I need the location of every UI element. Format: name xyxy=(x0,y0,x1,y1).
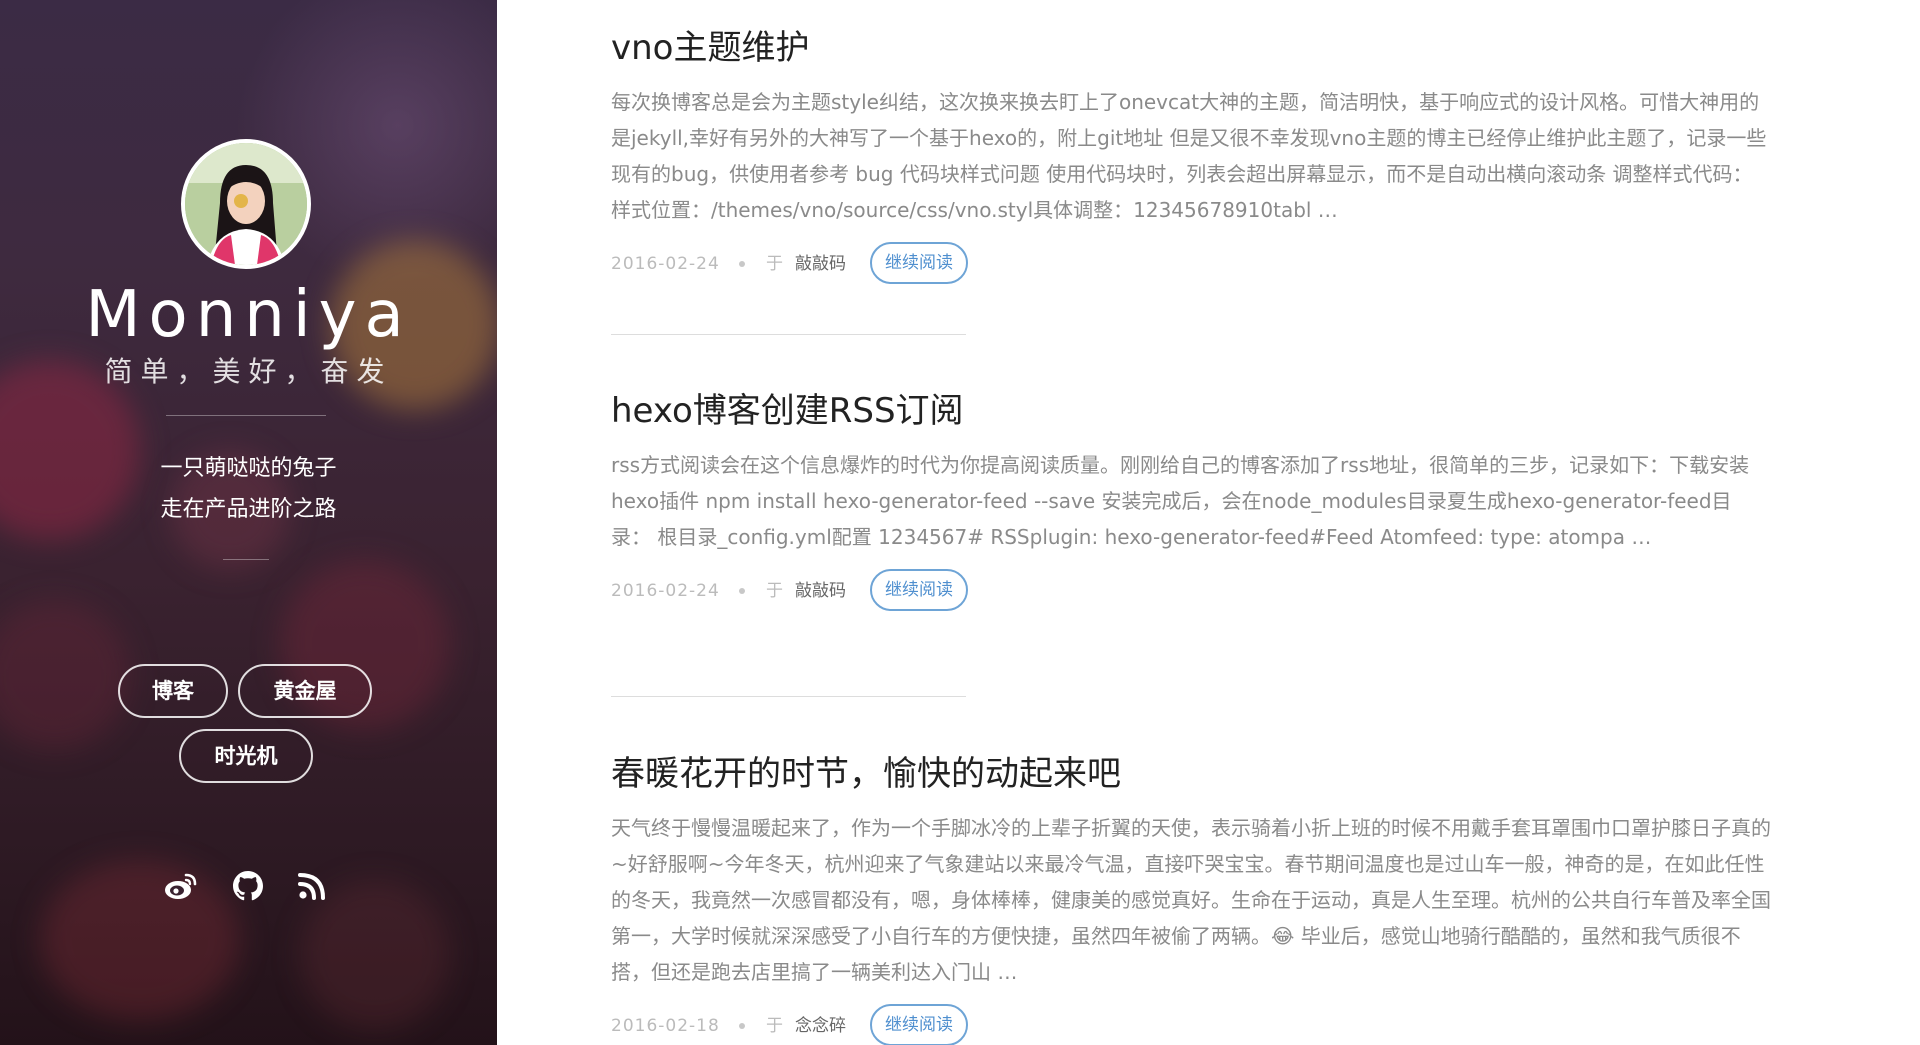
bio: 一只萌哒哒的兔子 走在产品进阶之路 xyxy=(0,448,497,530)
post-meta: 2016-02-24 于 敲敲码 继续阅读 xyxy=(611,242,1771,286)
read-more-button[interactable]: 继续阅读 xyxy=(870,242,968,284)
post-item: 春暖花开的时节，愉快的动起来吧 天气终于慢慢温暖起来了，作为一个手脚冰冷的上辈子… xyxy=(611,752,1771,1045)
post-category-prefix: 于 xyxy=(766,1016,783,1036)
bio-line: 走在产品进阶之路 xyxy=(160,497,337,522)
github-icon[interactable] xyxy=(230,868,266,904)
post-title[interactable]: 春暖花开的时节，愉快的动起来吧 xyxy=(611,752,1771,796)
meta-separator-dot xyxy=(739,588,745,594)
post-date: 2016-02-18 xyxy=(611,1016,720,1036)
post-divider xyxy=(611,696,966,697)
post-meta: 2016-02-24 于 敲敲码 继续阅读 xyxy=(611,569,1771,613)
nav-golden-house-button[interactable]: 黄金屋 xyxy=(238,664,372,718)
post-item: hexo博客创建RSS订阅 rss方式阅读会在这个信息爆炸的时代为你提高阅读质量… xyxy=(611,389,1771,613)
avatar-portrait xyxy=(185,143,307,265)
sidebar-divider xyxy=(166,415,326,416)
post-list: vno主题维护 每次换博客总是会为主题style纠结，这次换来换去盯上了onev… xyxy=(497,0,1920,1045)
post-excerpt: 天气终于慢慢温暖起来了，作为一个手脚冰冷的上辈子折翼的天使，表示骑着小折上班的时… xyxy=(611,816,1771,984)
meta-separator-dot xyxy=(739,261,745,267)
bio-line: 一只萌哒哒的兔子 xyxy=(160,456,337,481)
weibo-icon[interactable] xyxy=(163,868,199,904)
read-more-button[interactable]: 继续阅读 xyxy=(870,569,968,611)
post-date: 2016-02-24 xyxy=(611,581,720,601)
post-category-prefix: 于 xyxy=(766,254,783,274)
post-excerpt: rss方式阅读会在这个信息爆炸的时代为你提高阅读质量。刚刚给自己的博客添加了rs… xyxy=(611,453,1750,549)
rss-icon[interactable] xyxy=(294,868,330,904)
post-divider xyxy=(611,334,966,335)
sidebar-content: Monniya 简单，美好，奋发 一只萌哒哒的兔子 走在产品进阶之路 博客 黄金… xyxy=(0,0,497,1045)
sidebar-divider-short xyxy=(223,559,269,560)
post-category-prefix: 于 xyxy=(766,581,783,601)
nav-time-machine-button[interactable]: 时光机 xyxy=(179,729,313,783)
post-category-link[interactable]: 念念碎 xyxy=(795,1015,846,1037)
post-meta: 2016-02-18 于 念念碎 继续阅读 xyxy=(611,1004,1771,1045)
read-more-button[interactable]: 继续阅读 xyxy=(870,1004,968,1045)
sidebar: Monniya 简单，美好，奋发 一只萌哒哒的兔子 走在产品进阶之路 博客 黄金… xyxy=(0,0,497,1045)
post-date: 2016-02-24 xyxy=(611,254,720,274)
meta-separator-dot xyxy=(739,1023,745,1029)
post-category-link[interactable]: 敲敲码 xyxy=(795,253,846,275)
post-item: vno主题维护 每次换博客总是会为主题style纠结，这次换来换去盯上了onev… xyxy=(611,26,1771,286)
nav-blog-button[interactable]: 博客 xyxy=(118,664,228,718)
avatar[interactable] xyxy=(181,139,311,269)
post-category-link[interactable]: 敲敲码 xyxy=(795,580,846,602)
post-excerpt: 每次换博客总是会为主题style纠结，这次换来换去盯上了onevcat大神的主题… xyxy=(611,90,1767,222)
page: Monniya 简单，美好，奋发 一只萌哒哒的兔子 走在产品进阶之路 博客 黄金… xyxy=(0,0,1920,1045)
post-title[interactable]: vno主题维护 xyxy=(611,26,1771,70)
post-title[interactable]: hexo博客创建RSS订阅 xyxy=(611,389,1771,433)
site-slogan: 简单，美好，奋发 xyxy=(104,355,393,388)
site-title[interactable]: Monniya xyxy=(0,276,497,354)
